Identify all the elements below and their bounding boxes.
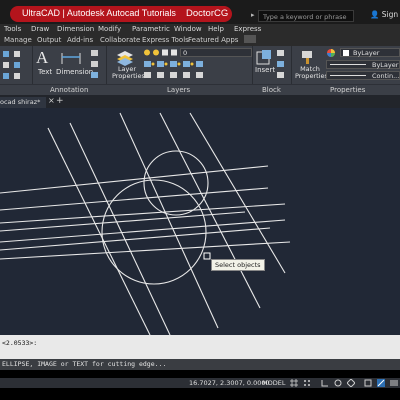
lineweight-value: ByLayer	[372, 61, 399, 69]
crosshair-cursor	[203, 252, 211, 260]
color-swatch	[343, 50, 349, 56]
new-tab-icon[interactable]: +	[56, 96, 64, 106]
drawing-line	[0, 165, 269, 194]
tab-collaborate[interactable]: Collaborate	[100, 36, 140, 44]
coordinates-readout: 16.7027, 2.3007, 0.0000	[189, 379, 270, 387]
snap-icon[interactable]	[303, 379, 311, 387]
close-tab-icon[interactable]: ×	[48, 96, 55, 105]
menu-parametric[interactable]: Parametric	[132, 25, 170, 33]
layer-properties-label[interactable]: Layer Properties	[112, 66, 145, 80]
search-input[interactable]: Type a keyword or phrase	[258, 10, 354, 22]
layer-tools-icons[interactable]	[143, 60, 243, 82]
menu-bar: Tools Draw Dimension Modify Parametric W…	[0, 24, 400, 35]
linetype-dropdown[interactable]: Contin...	[326, 71, 400, 80]
match-properties-label[interactable]: Match Properties	[295, 66, 328, 80]
dimension-tool-icon[interactable]	[60, 50, 82, 66]
polar-tracking-icon[interactable]	[334, 379, 342, 387]
menu-dimension[interactable]: Dimension	[57, 25, 94, 33]
tab-featured-apps[interactable]: Featured Apps	[188, 36, 238, 44]
banner-author: DoctorCG	[186, 8, 229, 19]
menu-modify[interactable]: Modify	[98, 25, 121, 33]
tab-add-ins[interactable]: Add-ins	[67, 36, 93, 44]
isodraft-icon[interactable]	[347, 379, 355, 387]
menu-tools[interactable]: Tools	[4, 25, 21, 33]
drawing-line	[69, 122, 171, 335]
grid-icon[interactable]	[290, 379, 298, 387]
color-value: ByLayer	[353, 49, 380, 57]
banner-title: UltraCAD | Autodesk Autocad Tutorials	[22, 8, 176, 18]
command-gap	[0, 370, 400, 378]
document-tab-label: ocad shiraz*	[0, 98, 41, 106]
insert-block-icon[interactable]	[256, 49, 272, 65]
ribbon-tabs: Manage Output Add-ins Collaborate Expres…	[0, 35, 400, 46]
annotation-small-icons[interactable]	[90, 49, 100, 81]
customization-icon[interactable]	[390, 379, 398, 387]
user-icon: 👤	[370, 10, 380, 19]
command-history	[0, 335, 400, 359]
drawing-line	[159, 112, 261, 309]
tab-manage[interactable]: Manage	[4, 36, 32, 44]
panel-properties[interactable]: Properties	[330, 86, 365, 94]
panel-layers[interactable]: Layers	[167, 86, 190, 94]
text-tool-label[interactable]: Text	[38, 68, 52, 76]
panel-block[interactable]: Block	[262, 86, 281, 94]
text-tool-icon[interactable]: A	[36, 48, 52, 68]
insert-label[interactable]: Insert	[255, 66, 275, 74]
tab-output[interactable]: Output	[37, 36, 61, 44]
panel-annotation[interactable]: Annotation	[50, 86, 88, 94]
linetype-value: Contin...	[372, 72, 400, 80]
drawing-line	[0, 241, 291, 260]
sign-in-label: Sign In	[381, 10, 400, 19]
ortho-icon[interactable]	[321, 379, 329, 387]
linetype-sample	[330, 75, 366, 76]
bottom-margin	[0, 388, 400, 400]
drawing-circle	[101, 179, 207, 285]
match-properties-icon[interactable]	[300, 49, 316, 65]
menu-help[interactable]: Help	[208, 25, 224, 33]
select-objects-tooltip: Select objects	[211, 259, 265, 271]
layer-properties-icon[interactable]	[115, 50, 135, 66]
drawing-geometry	[0, 112, 291, 335]
layer-dropdown[interactable]: 0	[180, 48, 252, 57]
menu-express[interactable]: Express	[234, 25, 261, 33]
object-snap-icon[interactable]	[364, 379, 372, 387]
tab-options-icon[interactable]	[244, 35, 256, 43]
drawing-area[interactable]	[0, 108, 400, 335]
command-prompt-text: ELLIPSE, IMAGE or TEXT for cutting edge.…	[2, 360, 167, 368]
lineweight-sample	[330, 64, 366, 65]
color-dropdown[interactable]: ByLayer	[340, 48, 400, 57]
layer-state-icons[interactable]	[143, 48, 179, 57]
tab-express-tools[interactable]: Express Tools	[142, 36, 189, 44]
document-tab[interactable]: ocad shiraz*	[0, 97, 46, 108]
dimension-tool-label[interactable]: Dimension	[56, 68, 93, 76]
model-space-button[interactable]: MODEL	[262, 379, 285, 387]
menu-window[interactable]: Window	[174, 25, 202, 33]
drawing-line	[0, 187, 269, 211]
lineweight-toggle-icon[interactable]	[377, 379, 385, 387]
menu-draw[interactable]: Draw	[31, 25, 49, 33]
sign-in-button[interactable]: 👤 Sign In	[370, 10, 400, 19]
color-wheel-icon[interactable]	[326, 48, 336, 58]
command-history-line: <2.0533>:	[2, 339, 38, 347]
modify-tools-icons[interactable]	[0, 48, 30, 82]
block-small-icons[interactable]	[276, 49, 286, 81]
lineweight-dropdown[interactable]: ByLayer	[326, 60, 400, 69]
search-arrow-icon[interactable]: ▸	[251, 11, 255, 19]
